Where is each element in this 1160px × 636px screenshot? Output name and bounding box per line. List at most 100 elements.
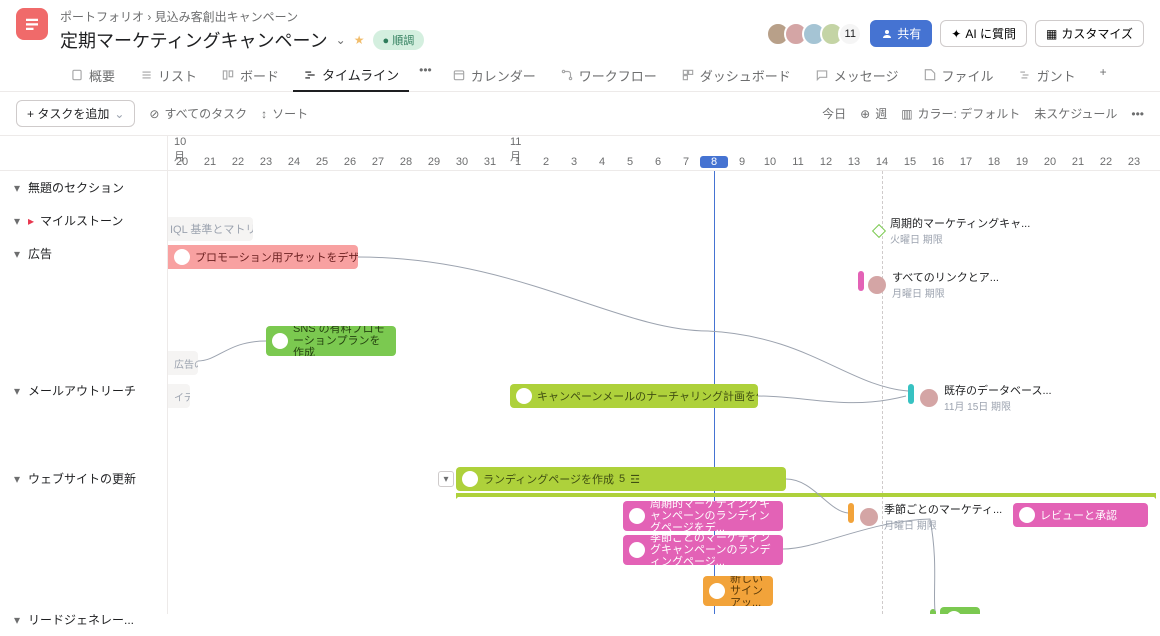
- tab-list[interactable]: リスト: [129, 59, 207, 91]
- tab-message[interactable]: メッセージ: [805, 59, 909, 91]
- tab-gantt[interactable]: ガント: [1008, 59, 1086, 91]
- tab-workflow[interactable]: ワークフロー: [550, 59, 667, 91]
- page-title: 定期マーケティングキャンペーン: [60, 27, 328, 53]
- day-label: 20: [1036, 156, 1064, 168]
- more-options-icon[interactable]: •••: [1131, 107, 1144, 121]
- status-badge[interactable]: ● 順調: [373, 30, 425, 50]
- section-leadgen[interactable]: ▾リードジェネレー...: [0, 603, 167, 636]
- tab-board[interactable]: ボード: [211, 59, 289, 91]
- task-bar[interactable]: イテ...: [168, 384, 190, 408]
- avatar: [629, 508, 645, 524]
- sort-icon: ↕: [261, 107, 267, 121]
- task-label[interactable]: すべてのリンクとア...月曜日 期限: [868, 269, 999, 300]
- task-bar[interactable]: レビューと承認: [1013, 503, 1148, 527]
- task-bar[interactable]: ランディングページを作成 5 ☲: [456, 467, 786, 491]
- add-task-button[interactable]: + タスクを追加 ⌄: [16, 100, 135, 127]
- task-bar[interactable]: 新しいサインアッ...: [703, 576, 773, 606]
- day-label: 23: [252, 156, 280, 168]
- add-tab-button[interactable]: +: [1090, 59, 1117, 91]
- task-bar[interactable]: キャ...: [940, 607, 980, 614]
- avatar: [272, 333, 288, 349]
- board-icon: [221, 68, 235, 82]
- tab-file[interactable]: ファイル: [913, 59, 1004, 91]
- task-label[interactable]: 既存のデータベース...11月 15日 期限: [920, 382, 1052, 413]
- day-label: 24: [280, 156, 308, 168]
- day-label: 22: [224, 156, 252, 168]
- task-marker[interactable]: [908, 384, 914, 404]
- list-icon: [139, 68, 153, 82]
- task-bar[interactable]: 広告の: [168, 351, 198, 375]
- day-label: 30: [448, 156, 476, 168]
- star-icon[interactable]: ★: [354, 33, 365, 47]
- ai-button[interactable]: ✦ AI に質問: [940, 20, 1027, 47]
- caret-down-icon: ▾: [12, 384, 22, 398]
- avatar: [516, 388, 532, 404]
- expand-button[interactable]: ▾: [438, 471, 454, 487]
- caret-down-icon: ▾: [12, 613, 22, 627]
- breadcrumb[interactable]: ポートフォリオ › 見込み客創出キャンペーン: [60, 8, 772, 25]
- palette-icon: ▥: [901, 107, 912, 121]
- task-bar[interactable]: 季節ごとのマーケティングキャンペーンのランディングページ...: [623, 535, 783, 565]
- member-avatars[interactable]: 11: [772, 22, 862, 46]
- day-label: 5: [616, 156, 644, 168]
- day-label: 28: [392, 156, 420, 168]
- task-bar[interactable]: SNS の有料プロモーションプランを作成: [266, 326, 396, 356]
- caret-down-icon: ▾: [12, 472, 22, 486]
- tab-overview[interactable]: 概要: [60, 59, 125, 91]
- project-logo[interactable]: [16, 8, 48, 40]
- sparkle-icon: ✦: [951, 27, 961, 41]
- file-icon: [923, 68, 937, 82]
- avatar: [709, 583, 725, 599]
- day-label: 9: [728, 156, 756, 168]
- filter-all-tasks[interactable]: ⊘ すべてのタスク: [149, 105, 247, 122]
- subtask-icon: ☲: [630, 473, 640, 486]
- day-label: 18: [980, 156, 1008, 168]
- day-label: 8: [700, 156, 728, 168]
- tab-timeline[interactable]: タイムライン: [293, 59, 409, 92]
- avatar: [629, 542, 645, 558]
- day-label: 11: [784, 156, 812, 168]
- section-milestone[interactable]: ▾▸マイルストーン: [0, 204, 167, 237]
- people-icon: [881, 28, 893, 40]
- day-label: 26: [336, 156, 364, 168]
- task-bar[interactable]: 周期的マーケティングキャンペーンのランディングページをデ...: [623, 501, 783, 531]
- diamond-icon: [872, 223, 886, 237]
- day-label: 13: [840, 156, 868, 168]
- task-marker[interactable]: [858, 271, 864, 291]
- section-email[interactable]: ▾メールアウトリーチ: [0, 374, 167, 407]
- title-dropdown-icon[interactable]: ⌄: [336, 33, 346, 47]
- today-button[interactable]: 今日: [822, 105, 846, 122]
- share-button[interactable]: 共有: [870, 20, 932, 47]
- section-website[interactable]: ▾ウェブサイトの更新: [0, 462, 167, 495]
- day-label: 2: [532, 156, 560, 168]
- caret-down-icon: ▾: [12, 214, 22, 228]
- gantt-icon: [1018, 68, 1032, 82]
- grid-icon: ▦: [1046, 27, 1057, 41]
- tab-calendar[interactable]: カレンダー: [442, 59, 546, 91]
- task-bar[interactable]: IQL 基準とマトリ...: [168, 217, 253, 241]
- sort-button[interactable]: ↕ ソート: [261, 105, 308, 122]
- tab-more-icon[interactable]: •••: [413, 59, 438, 91]
- customize-button[interactable]: ▦ カスタマイズ: [1035, 20, 1144, 47]
- day-label: 12: [812, 156, 840, 168]
- day-label: 16: [924, 156, 952, 168]
- day-label: 31: [476, 156, 504, 168]
- color-button[interactable]: ▥ カラー: デフォルト: [901, 105, 1020, 122]
- dashboard-icon: [681, 68, 695, 82]
- avatar: [946, 611, 962, 614]
- check-circle-icon: ⊘: [149, 107, 159, 121]
- tab-dashboard[interactable]: ダッシュボード: [671, 59, 801, 91]
- timeline-canvas[interactable]: 10月 11月 20212223242526272829303112345678…: [168, 136, 1160, 614]
- zoom-week[interactable]: ⊕ 週: [860, 105, 887, 122]
- task-bar[interactable]: プロモーション用アセットをデザイン: [168, 245, 358, 269]
- day-label: 7: [672, 156, 700, 168]
- unscheduled-button[interactable]: 未スケジュール: [1034, 105, 1117, 122]
- section-ads[interactable]: ▾広告: [0, 237, 167, 270]
- task-bar[interactable]: キャンペーンメールのナーチャリング計画を作成: [510, 384, 758, 408]
- task-marker[interactable]: [930, 609, 936, 614]
- task-label[interactable]: 季節ごとのマーケティ...月曜日 期限: [860, 501, 1002, 532]
- section-untitled[interactable]: ▾無題のセクション: [0, 171, 167, 204]
- milestone-marker[interactable]: 周期的マーケティングキャ...火曜日 期限: [874, 215, 1030, 246]
- task-marker[interactable]: [848, 503, 854, 523]
- avatar: [174, 249, 190, 265]
